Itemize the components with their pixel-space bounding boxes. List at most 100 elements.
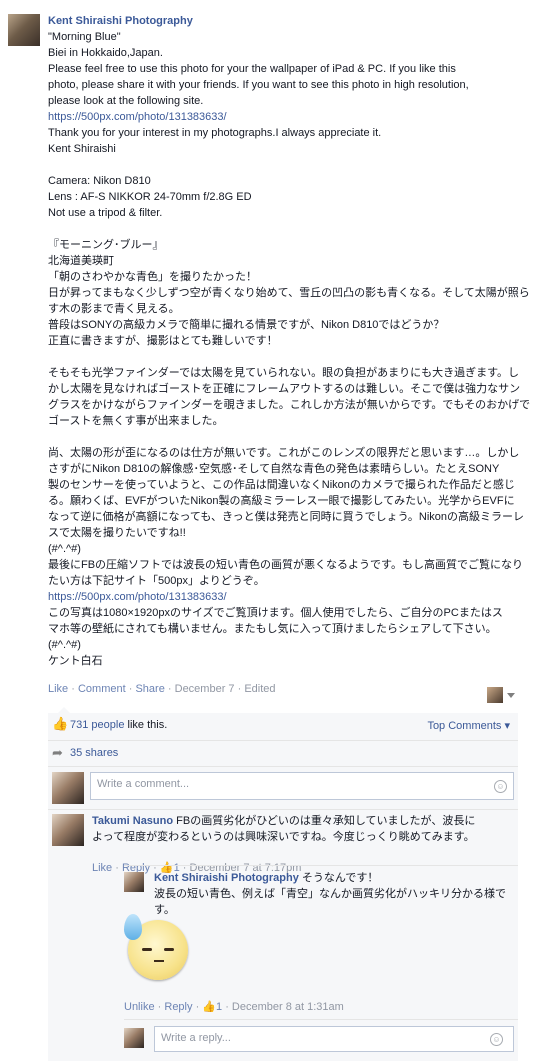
reply-meta: Unlike · Reply · 👍1 · December 8 at 1:31… (124, 1000, 344, 1013)
sweat-drop-icon (124, 914, 142, 940)
post-line: かし太陽を見なければゴーストを正確にフレームアウトするのは難しい。そこで僕は強力… (48, 383, 521, 395)
reply-time[interactable]: December 8 at 1:31am (232, 1001, 344, 1013)
comment-input[interactable]: Write a comment... (90, 772, 514, 800)
reply-like-count[interactable]: 1 (216, 1001, 222, 1013)
post-line: (#^.^#) (48, 543, 81, 555)
emoji-icon[interactable]: ☺ (494, 780, 507, 793)
reply-unlike-link[interactable]: Unlike (124, 1001, 155, 1013)
shares-link[interactable]: 35 shares (70, 747, 118, 759)
post-line: "Morning Blue" (48, 31, 121, 43)
post-line (48, 349, 534, 365)
sticker-eye (142, 948, 152, 951)
separator: · (237, 683, 242, 695)
reply-author-avatar[interactable] (124, 872, 144, 892)
post-line: Thank you for your interest in my photog… (48, 127, 382, 139)
comment-text-2: よって程度が変わるというのは興味深いですね。今度じっくり眺めてみます。 (92, 831, 475, 843)
post-line: 日が昇ってまもなく少しずつ空が青くなり始めて、雪丘の凹凸の影も青くなる。そして太… (48, 287, 530, 299)
post-line: 『モーニング･ブルー』 (48, 239, 164, 251)
post-author[interactable]: Kent Shiraishi Photography (48, 13, 534, 29)
reply-author-name[interactable]: Kent Shiraishi Photography (154, 872, 299, 884)
post-line: マホ等の壁紙にされても構いません。またもし気に入って頂けましたらシェアして下さい… (48, 623, 497, 635)
post-line: ゴーストを無くす事が出来ました。 (48, 415, 224, 427)
post-line: スで太陽を撮りたいですね!! (48, 527, 186, 539)
separator: · (115, 862, 119, 874)
comment-like-link[interactable]: Like (92, 862, 112, 874)
separator: · (157, 1001, 162, 1013)
top-comments-dropdown[interactable]: Top Comments ▾ (427, 719, 510, 732)
photo-link[interactable]: https://500px.com/photo/131383633/ (48, 589, 534, 605)
reply-placeholder: Write a reply... (161, 1032, 231, 1044)
post-line: 尚、太陽の形が歪になるのは仕方が無いです。これがこのレンズの限界だと思います…。… (48, 447, 520, 459)
reply-text: そうなんです！ (301, 872, 379, 884)
post-line: グラスをかけながらファインダーを覗きました。これしか方法が無いからです。でもその… (48, 399, 531, 411)
post-line: さすがにNikon D810の解像感･空気感･そして自然な青色の発色は素晴らしい… (48, 463, 500, 475)
comment-link[interactable]: Comment (78, 683, 126, 695)
post-line (48, 157, 534, 173)
write-reply-row: Write a reply... ☺ (124, 1019, 518, 1062)
reply-input[interactable]: Write a reply... (154, 1026, 514, 1052)
photo-link[interactable]: https://500px.com/photo/131383633/ (48, 109, 534, 125)
share-icon: ➦ (52, 745, 63, 760)
comment-placeholder: Write a comment... (97, 778, 190, 790)
post-line: る。願わくば、EVFがついたNikon製の高級ミラーレス一眼で撮影してみたい。光… (48, 495, 515, 507)
separator: · (128, 683, 133, 695)
chevron-down-icon[interactable] (507, 693, 515, 698)
separator: · (71, 683, 75, 695)
post-line: Biei in Hokkaido,Japan. (48, 47, 163, 59)
separator: · (167, 683, 172, 695)
post-line: (#^.^#) (48, 639, 81, 651)
viewer-avatar (52, 772, 84, 804)
commenter-name[interactable]: Takumi Nasuno (92, 815, 173, 827)
sticker-mouth (154, 960, 164, 962)
share-link[interactable]: Share (135, 683, 164, 695)
viewer-avatar (124, 1028, 144, 1048)
sticker-eye (164, 948, 174, 951)
post-line (48, 429, 534, 445)
separator: · (195, 1001, 200, 1013)
post-line: Not use a tripod & filter. (48, 207, 163, 219)
post-line: ケント白石 (48, 655, 103, 667)
write-comment-row: Write a comment... ☺ (48, 766, 518, 809)
post-line: 製のセンサーを使っていようと、この作品は間違いなくNikonのカメラで撮られた作… (48, 479, 515, 491)
comment-text: FBの画質劣化がひどいのは重々承知していましたが、波長に (176, 815, 476, 827)
post-date[interactable]: December 7 (175, 683, 235, 695)
post-line: Please feel free to use this photo for y… (48, 63, 456, 75)
post-line: そもそも光学ファインダーでは太陽を見ていられない。眼の負担があまりにも大き過ぎま… (48, 367, 520, 379)
shares-row: ➦ 35 shares (48, 740, 518, 766)
post-line: please look at the following site. (48, 95, 204, 107)
post-line: す木の影まで青く見える。 (48, 303, 180, 315)
comment-body: Takumi Nasuno FBの画質劣化がひどいのは重々承知していましたが、波… (92, 813, 512, 845)
post-line: たい方は下記サイト「500px」よりどうぞ。 (48, 575, 265, 587)
post-line: photo, please share it with your friends… (48, 79, 469, 91)
post-line: 「朝のさわやかな青色」を撮りたかった！ (48, 271, 257, 283)
reply-text-2: 波長の短い青色、例えば「青空」なんか画質劣化がハッキリ分かる様で (154, 888, 506, 900)
likes-suffix: like this. (124, 719, 168, 731)
post-line: 北海道美瑛町 (48, 255, 114, 267)
likes-summary: 731 people like this. (70, 719, 167, 731)
post-line (48, 221, 534, 237)
reply-body: Kent Shiraishi Photography そうなんです！ 波長の短い… (154, 870, 514, 918)
commenter-avatar[interactable] (52, 814, 84, 846)
separator: · (225, 1001, 229, 1013)
post-text: "Morning Blue" Biei in Hokkaido,Japan. Ple… (48, 29, 534, 669)
thumbs-up-icon: 👍 (52, 716, 69, 731)
thumbs-up-icon[interactable]: 👍 (202, 1001, 216, 1013)
reply-reply-link[interactable]: Reply (164, 1001, 192, 1013)
post-line: 最後にFBの圧縮ソフトでは波長の短い青色の画質が悪くなるようです。もし高画質でご… (48, 559, 523, 571)
post-line: 普段はSONYの高級カメラで簡単に撮れる情景ですが、Nikon D810ではどう… (48, 319, 445, 331)
sweat-smile-sticker (124, 914, 188, 980)
viewer-avatar[interactable] (487, 687, 503, 703)
post-body: Kent Shiraishi Photography "Morning Blue… (48, 13, 534, 669)
post-actions: Like · Comment · Share · December 7 · Ed… (48, 683, 276, 695)
likes-count-link[interactable]: 731 people (70, 719, 124, 731)
post-line: なって逆に価格が高額になっても、きっと僕は発売と同時に買うでしょう。Nikonの… (48, 511, 525, 523)
post-line: 正直に書きますが、撮影はとても難しいです！ (48, 335, 278, 347)
like-link[interactable]: Like (48, 683, 68, 695)
post-line: この写真は1080×1920pxのサイズでご覧頂けます。個人使用でしたら、ご自分… (48, 607, 503, 619)
post-line: Camera: Nikon D810 (48, 175, 151, 187)
likes-row: 👍 731 people like this. Top Comments ▾ (48, 713, 518, 739)
author-avatar[interactable] (8, 14, 40, 46)
edited-label[interactable]: Edited (244, 683, 275, 695)
emoji-icon[interactable]: ☺ (490, 1033, 503, 1046)
post-line: Kent Shiraishi (48, 143, 116, 155)
